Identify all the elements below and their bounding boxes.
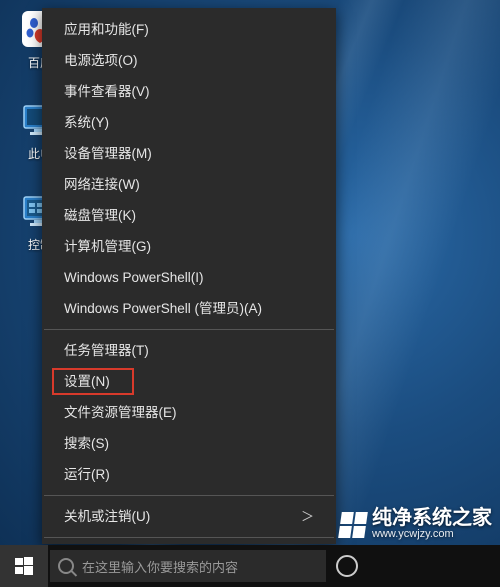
menu-item-power-options[interactable]: 电源选项(O) <box>42 45 336 76</box>
menu-item-powershell-admin[interactable]: Windows PowerShell (管理员)(A) <box>42 293 336 324</box>
menu-separator <box>44 329 334 330</box>
menu-item-label: 设备管理器(M) <box>64 138 152 169</box>
desktop: 百度 此电 <box>0 0 500 587</box>
windows-logo-icon <box>338 512 368 538</box>
menu-item-label: 电源选项(O) <box>64 45 138 76</box>
menu-item-label: 搜索(S) <box>64 428 109 459</box>
menu-item-label: 任务管理器(T) <box>64 335 149 366</box>
menu-item-file-explorer[interactable]: 文件资源管理器(E) <box>42 397 336 428</box>
search-icon <box>58 558 74 574</box>
menu-item-label: 事件查看器(V) <box>64 76 150 107</box>
menu-item-label: 网络连接(W) <box>64 169 140 200</box>
watermark-text: 纯净系统之家 <box>372 508 492 529</box>
winx-context-menu: 应用和功能(F)电源选项(O)事件查看器(V)系统(Y)设备管理器(M)网络连接… <box>42 8 336 544</box>
menu-item-powershell[interactable]: Windows PowerShell(I) <box>42 262 336 293</box>
taskbar-search[interactable]: 在这里输入你要搜索的内容 <box>50 550 326 582</box>
menu-item-system[interactable]: 系统(Y) <box>42 107 336 138</box>
menu-item-network[interactable]: 网络连接(W) <box>42 169 336 200</box>
menu-item-task-manager[interactable]: 任务管理器(T) <box>42 335 336 366</box>
search-placeholder: 在这里输入你要搜索的内容 <box>82 557 238 576</box>
menu-item-device-manager[interactable]: 设备管理器(M) <box>42 138 336 169</box>
menu-item-settings[interactable]: 设置(N) <box>42 366 336 397</box>
menu-item-label: 文件资源管理器(E) <box>64 397 177 428</box>
menu-item-label: 计算机管理(G) <box>64 231 151 262</box>
menu-item-label: 系统(Y) <box>64 107 109 138</box>
menu-item-label: Windows PowerShell (管理员)(A) <box>64 293 262 324</box>
start-button[interactable] <box>0 545 48 587</box>
menu-item-apps-features[interactable]: 应用和功能(F) <box>42 14 336 45</box>
menu-item-label: 设置(N) <box>64 366 110 397</box>
watermark-url: www.ycwjzy.com <box>372 529 492 541</box>
cortana-button[interactable] <box>326 545 368 587</box>
menu-item-event-viewer[interactable]: 事件查看器(V) <box>42 76 336 107</box>
chevron-right-icon: ＞ <box>301 501 314 532</box>
menu-item-computer-mgmt[interactable]: 计算机管理(G) <box>42 231 336 262</box>
menu-item-shutdown[interactable]: 关机或注销(U) ＞ <box>42 501 336 532</box>
menu-item-label: 磁盘管理(K) <box>64 200 136 231</box>
watermark: 纯净系统之家 www.ycwjzy.com <box>340 508 492 541</box>
menu-item-label: 运行(R) <box>64 459 110 490</box>
menu-item-search[interactable]: 搜索(S) <box>42 428 336 459</box>
menu-item-disk-mgmt[interactable]: 磁盘管理(K) <box>42 200 336 231</box>
menu-item-label: Windows PowerShell(I) <box>64 262 204 293</box>
windows-start-icon <box>15 557 33 575</box>
cortana-icon <box>336 555 358 577</box>
taskbar: 在这里输入你要搜索的内容 <box>0 545 500 587</box>
menu-separator <box>44 495 334 496</box>
menu-item-run[interactable]: 运行(R) <box>42 459 336 490</box>
menu-separator <box>44 537 334 538</box>
menu-item-label: 关机或注销(U) <box>64 501 150 532</box>
menu-item-label: 应用和功能(F) <box>64 14 149 45</box>
